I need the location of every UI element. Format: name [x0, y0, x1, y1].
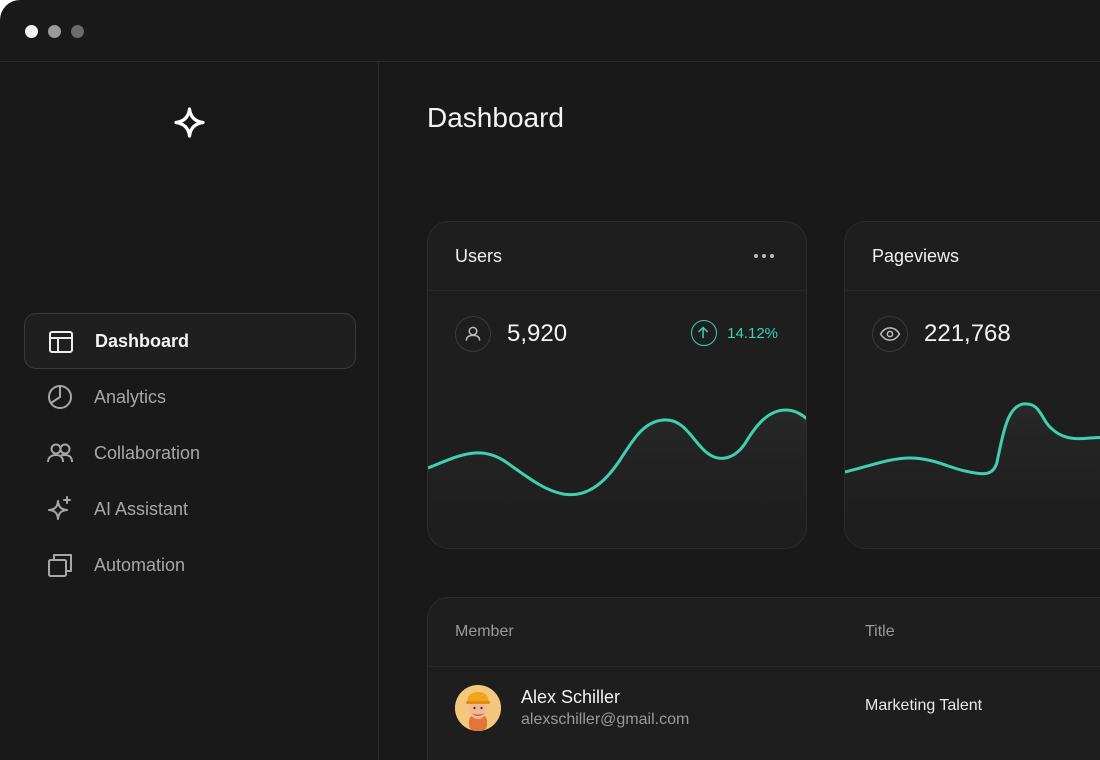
trend-value: 14.12% [727, 324, 778, 342]
trend-badge: 14.12% [691, 320, 778, 346]
sidebar-item-collaboration[interactable]: Collaboration [24, 425, 356, 481]
title-bar [0, 0, 1100, 62]
users-card: Users 5,920 14.12% [427, 221, 807, 549]
card-title: Users [455, 246, 503, 266]
avatar [455, 685, 501, 731]
sidebar-item-automation[interactable]: Automation [24, 537, 356, 593]
column-header-member: Member [455, 623, 514, 640]
eye-icon [872, 316, 908, 352]
arrow-up-icon [691, 320, 718, 346]
user-icon [455, 316, 491, 352]
app-window: Dashboard Analytics Collaboration AI Ass… [0, 0, 1100, 760]
column-header-title: Title [865, 623, 895, 640]
pageviews-value: 221,768 [924, 320, 1011, 347]
members-table: Member Title Alex Schiller alexschiller@… [427, 597, 1100, 760]
sidebar-item-dashboard[interactable]: Dashboard [24, 313, 356, 369]
pageviews-card: Pageviews 221,768 [844, 221, 1100, 549]
users-sparkline [428, 408, 806, 548]
sidebar-item-label: Dashboard [95, 330, 190, 351]
users-value: 5,920 [507, 320, 568, 347]
layout-icon [49, 331, 73, 353]
table-header: Member Title [428, 598, 1100, 667]
close-window-button[interactable] [25, 25, 38, 38]
sidebar-item-label: Analytics [94, 386, 167, 407]
sparkles-icon [48, 496, 71, 520]
maximize-window-button[interactable] [71, 25, 84, 38]
sidebar-item-label: Collaboration [94, 442, 201, 463]
member-title: Marketing Talent [865, 697, 983, 714]
pageviews-sparkline [845, 402, 1100, 548]
member-name: Alex Schiller [521, 687, 621, 707]
sidebar: Dashboard Analytics Collaboration AI Ass… [0, 62, 379, 760]
sidebar-nav: Dashboard Analytics Collaboration AI Ass… [24, 313, 356, 593]
card-title: Pageviews [872, 246, 960, 266]
windows-icon [48, 554, 72, 577]
card-header: Users [428, 222, 806, 291]
card-header: Pageviews [845, 222, 1100, 291]
users-icon [47, 443, 73, 463]
member-email: alexschiller@gmail.com [521, 711, 690, 728]
main-content: Dashboard Users 5,920 14.12% Pageviews 2… [380, 62, 1100, 760]
more-options-icon[interactable] [753, 248, 775, 264]
pie-chart-icon [48, 385, 72, 409]
sidebar-item-ai-assistant[interactable]: AI Assistant [24, 481, 356, 537]
sidebar-item-analytics[interactable]: Analytics [24, 369, 356, 425]
sidebar-item-label: Automation [94, 554, 186, 575]
sidebar-item-label: AI Assistant [94, 498, 189, 519]
minimize-window-button[interactable] [48, 25, 61, 38]
page-title: Dashboard [427, 102, 564, 133]
sparkle-star-icon [174, 107, 205, 138]
